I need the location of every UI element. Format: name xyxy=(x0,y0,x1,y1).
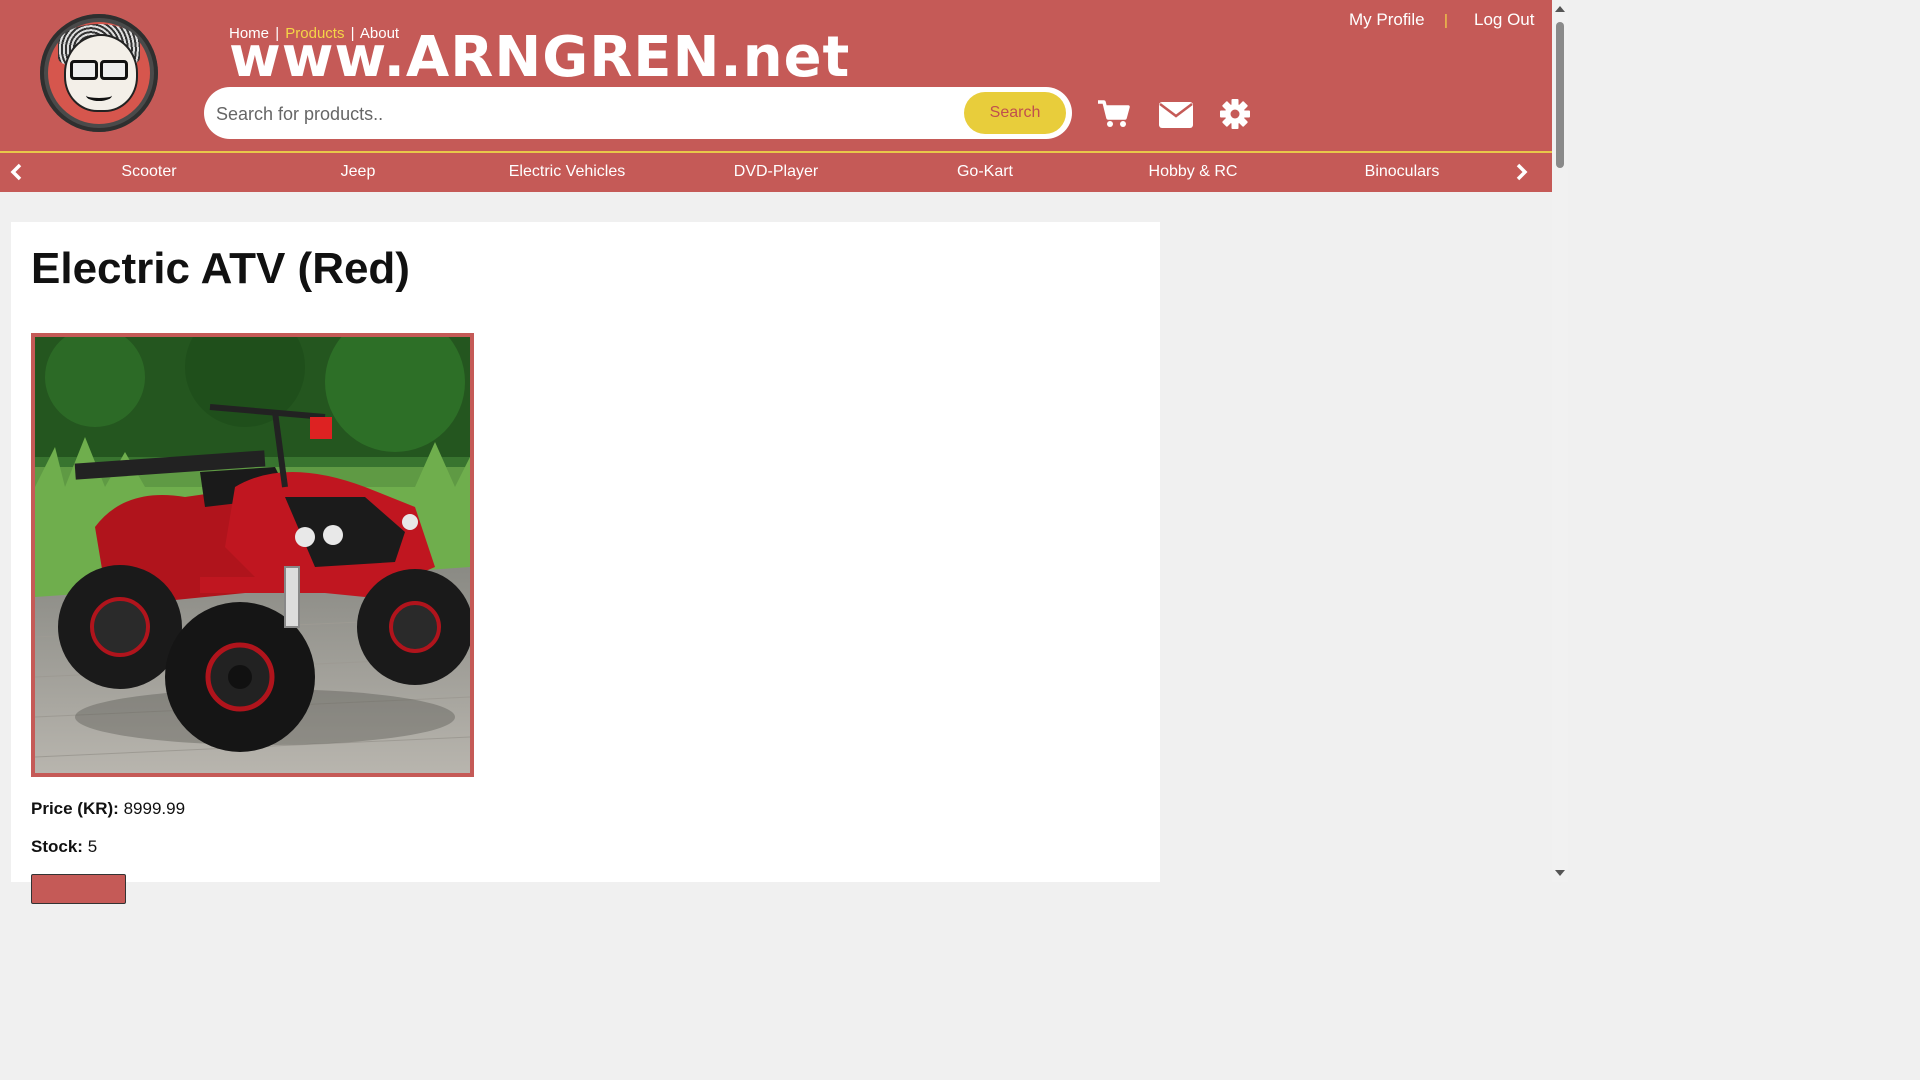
search-bar: Search xyxy=(204,87,1072,141)
gear-icon[interactable] xyxy=(1219,98,1251,135)
envelope-icon[interactable] xyxy=(1158,98,1194,135)
category-scooter[interactable]: Scooter xyxy=(69,163,229,181)
logo-glasses xyxy=(70,60,128,80)
chevron-right-icon[interactable] xyxy=(1515,163,1529,186)
category-hobby-rc[interactable]: Hobby & RC xyxy=(1113,163,1273,181)
scroll-down-arrow-icon[interactable] xyxy=(1555,870,1565,876)
category-go-kart[interactable]: Go-Kart xyxy=(905,163,1065,181)
my-profile-link[interactable]: My Profile xyxy=(1349,10,1425,30)
category-binoculars[interactable]: Binoculars xyxy=(1322,163,1482,181)
arngren-logo[interactable] xyxy=(40,14,158,132)
price-label: Price (KR): xyxy=(31,799,119,818)
search-button[interactable]: Search xyxy=(964,92,1066,134)
log-out-link[interactable]: Log Out xyxy=(1474,10,1535,30)
scroll-up-arrow-icon[interactable] xyxy=(1555,6,1565,12)
product-stock: Stock: 5 xyxy=(31,837,97,857)
product-image xyxy=(31,333,474,777)
add-to-cart-button[interactable] xyxy=(31,874,126,904)
search-input[interactable] xyxy=(214,87,958,141)
product-title: Electric ATV (Red) xyxy=(31,244,410,293)
logo-mouth xyxy=(86,90,112,101)
site-header: Home | Products | About www.ARNGREN.net … xyxy=(0,0,1552,153)
cart-icon[interactable] xyxy=(1097,98,1131,135)
category-navigation: Scooter Jeep Electric Vehicles DVD-Playe… xyxy=(0,153,1552,192)
product-price: Price (KR): 8999.99 xyxy=(31,799,185,819)
category-dvd-player[interactable]: DVD-Player xyxy=(696,163,856,181)
price-value: 8999.99 xyxy=(123,799,186,818)
site-title[interactable]: www.ARNGREN.net xyxy=(229,28,850,88)
category-electric-vehicles[interactable]: Electric Vehicles xyxy=(487,163,647,181)
user-links-separator: | xyxy=(1444,12,1448,29)
scroll-thumb[interactable] xyxy=(1556,22,1564,168)
product-detail-panel: Electric ATV (Red) Price (KR): 8999.99 S… xyxy=(11,222,1160,904)
page-scrollbar[interactable] xyxy=(1552,0,1568,882)
stock-label: Stock: xyxy=(31,837,83,856)
category-jeep[interactable]: Jeep xyxy=(278,163,438,181)
chevron-left-icon[interactable] xyxy=(9,163,23,186)
stock-value: 5 xyxy=(87,837,98,856)
